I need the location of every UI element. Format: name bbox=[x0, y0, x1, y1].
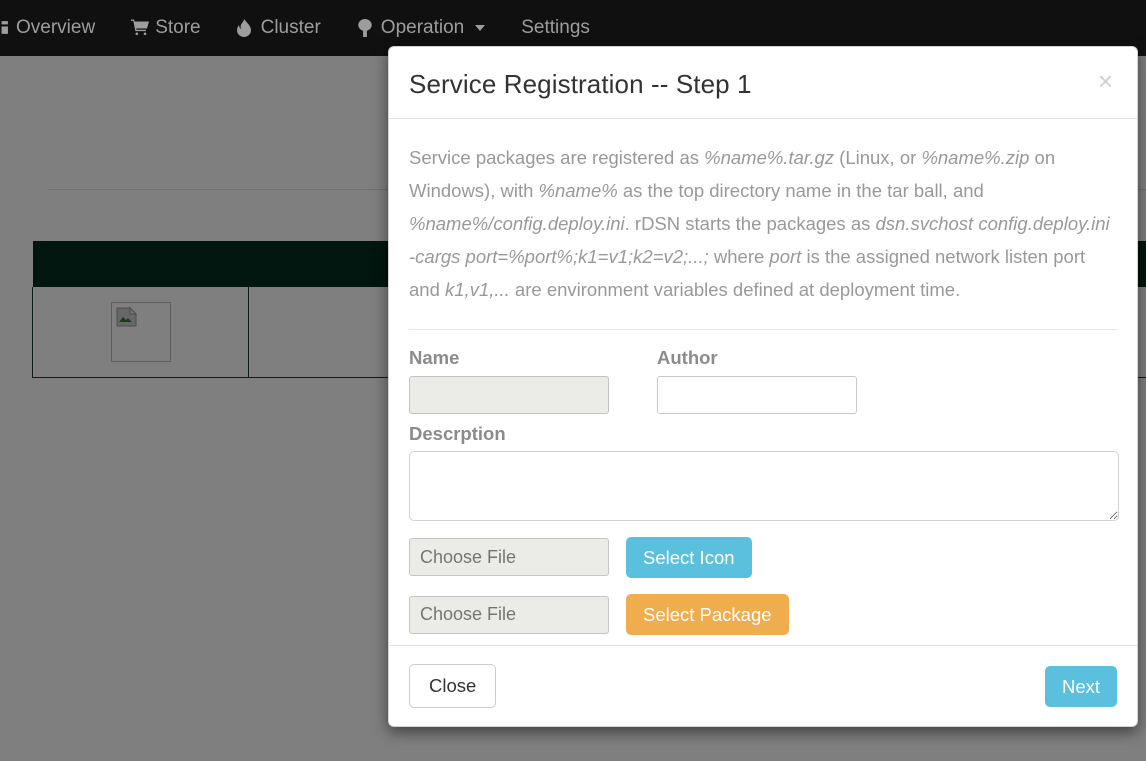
intro-segment: %name%.zip bbox=[921, 147, 1030, 169]
close-icon[interactable]: × bbox=[1092, 66, 1119, 96]
author-label: Author bbox=[657, 347, 718, 369]
intro-segment: %name% bbox=[538, 180, 618, 202]
fire-icon bbox=[236, 18, 254, 38]
author-field-group: Author bbox=[657, 347, 857, 414]
icon-file-input[interactable] bbox=[409, 538, 609, 577]
modal-title: Service Registration -- Step 1 bbox=[409, 69, 752, 99]
select-package-button[interactable]: Select Package bbox=[626, 594, 789, 636]
description-textarea[interactable] bbox=[409, 450, 1119, 521]
author-input[interactable] bbox=[657, 375, 857, 414]
nav-item-store[interactable]: Store bbox=[113, 0, 218, 56]
intro-segment: are environment variables defined at dep… bbox=[509, 279, 961, 301]
nav-label-cluster: Cluster bbox=[260, 17, 321, 38]
intro-description: Service packages are registered as %name… bbox=[409, 141, 1117, 306]
icon-file-row: Select Icon bbox=[409, 536, 1117, 578]
name-field-group: Name bbox=[409, 347, 609, 414]
description-label: Descrption bbox=[409, 422, 506, 444]
modal-header: Service Registration -- Step 1 × bbox=[389, 47, 1137, 120]
intro-segment: (Linux, or bbox=[834, 147, 922, 169]
shopping-cart-icon bbox=[131, 19, 150, 38]
intro-segment: %name%.tar.gz bbox=[704, 147, 835, 169]
tree-icon bbox=[357, 18, 374, 38]
chevron-down-icon bbox=[475, 25, 486, 31]
name-input[interactable] bbox=[409, 375, 609, 414]
dashboard-icon bbox=[0, 19, 9, 38]
intro-segment: port bbox=[769, 246, 802, 268]
intro-segment: %name%/config.deploy.ini bbox=[409, 213, 625, 235]
service-registration-modal: Service Registration -- Step 1 × Service… bbox=[388, 46, 1138, 728]
nav-item-cluster[interactable]: Cluster bbox=[219, 0, 339, 56]
intro-segment: Service packages are registered as bbox=[409, 147, 705, 169]
next-button[interactable]: Next bbox=[1044, 665, 1117, 707]
package-file-input[interactable] bbox=[409, 595, 609, 634]
close-button[interactable]: Close bbox=[409, 664, 497, 709]
intro-segment: where bbox=[708, 246, 770, 268]
intro-segment: . rDSN starts the packages as bbox=[624, 213, 876, 235]
intro-segment: k1,v1,... bbox=[445, 279, 510, 301]
modal-body: Service packages are registered as %name… bbox=[389, 119, 1137, 645]
modal-footer: Close Next bbox=[389, 645, 1137, 726]
name-author-row: Name Author bbox=[409, 347, 1117, 414]
package-file-row: Select Package bbox=[409, 594, 1117, 636]
name-label: Name bbox=[409, 347, 460, 369]
nav-label-overview: Overview bbox=[16, 17, 96, 38]
form-separator bbox=[409, 329, 1117, 331]
nav-item-overview[interactable]: Overview bbox=[0, 0, 113, 56]
select-icon-button[interactable]: Select Icon bbox=[626, 536, 752, 578]
intro-segment: as the top directory name in the tar bal… bbox=[617, 180, 984, 202]
nav-label-store: Store bbox=[155, 17, 201, 38]
